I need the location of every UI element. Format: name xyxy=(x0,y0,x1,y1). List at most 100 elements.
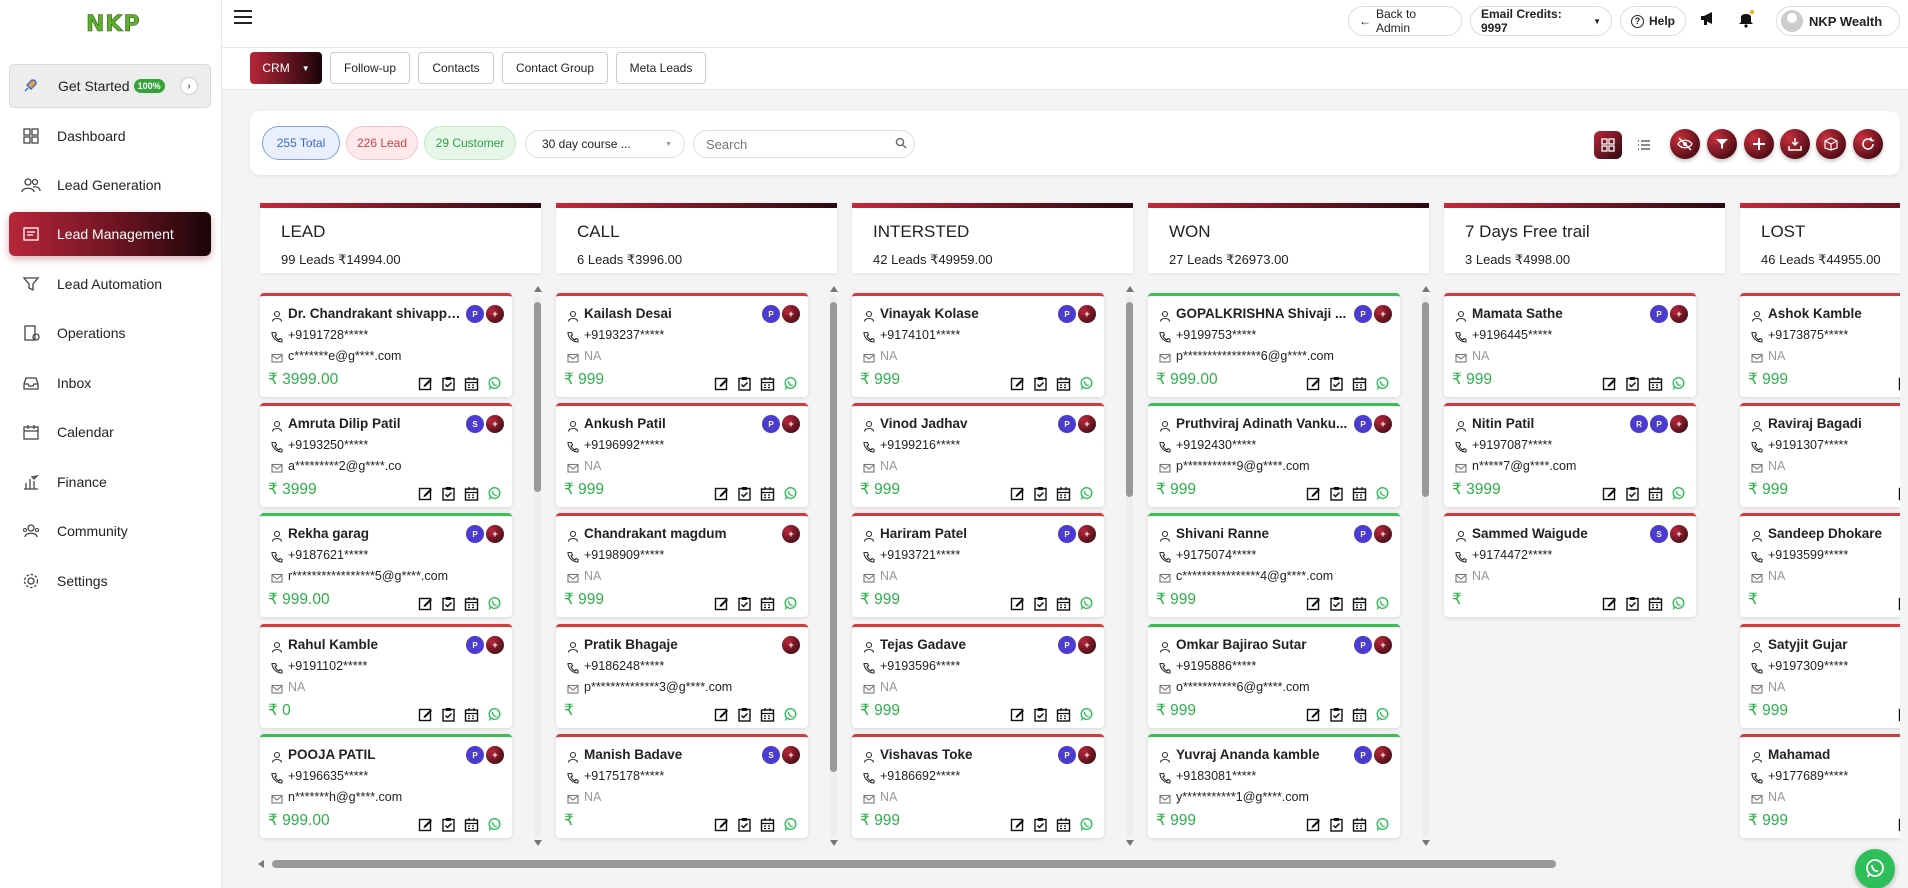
calendar-icon[interactable] xyxy=(1352,376,1367,396)
clipboard-check-icon[interactable] xyxy=(737,817,752,837)
sidebar-item-community[interactable]: Community xyxy=(9,509,211,553)
assignee-badge[interactable]: P xyxy=(1354,305,1372,323)
whatsapp-icon[interactable] xyxy=(487,486,502,506)
lead-card[interactable]: Dr. Chandrakant shivappa ... P + +9191728… xyxy=(260,293,512,397)
clipboard-check-icon[interactable] xyxy=(441,376,456,396)
whatsapp-icon[interactable] xyxy=(1375,817,1390,837)
search-icon[interactable] xyxy=(895,137,907,149)
edit-icon[interactable] xyxy=(1898,376,1900,396)
scroll-down-arrow[interactable] xyxy=(1422,840,1430,846)
lead-name[interactable]: Ashok Kamble xyxy=(1768,306,1900,321)
add-assignee-icon[interactable]: + xyxy=(782,415,800,433)
assignee-badge[interactable]: P xyxy=(1058,636,1076,654)
add-assignee-icon[interactable]: + xyxy=(486,305,504,323)
lead-card[interactable]: Nitin Patil R P + +9197087***** n*****7@g*… xyxy=(1444,403,1696,507)
column-scrollbar[interactable] xyxy=(830,286,838,846)
lead-card[interactable]: Amruta Dilip Patil S + +9193250***** a***… xyxy=(260,403,512,507)
scroll-left-arrow[interactable] xyxy=(258,860,264,868)
tab-meta-leads[interactable]: Meta Leads xyxy=(616,52,706,84)
tab-contacts[interactable]: Contacts xyxy=(418,52,494,84)
edit-icon[interactable] xyxy=(1306,817,1321,837)
clipboard-check-icon[interactable] xyxy=(1329,596,1344,616)
clipboard-check-icon[interactable] xyxy=(441,707,456,727)
sidebar-item-finance[interactable]: Finance xyxy=(9,460,211,504)
add-assignee-icon[interactable]: + xyxy=(1374,305,1392,323)
scroll-up-arrow[interactable] xyxy=(534,286,542,292)
edit-icon[interactable] xyxy=(1898,486,1900,506)
edit-icon[interactable] xyxy=(1010,817,1025,837)
chevron-right-icon[interactable]: › xyxy=(180,77,198,95)
lead-name[interactable]: Manish Badave xyxy=(584,747,764,762)
edit-icon[interactable] xyxy=(418,486,433,506)
lead-name[interactable]: Satyjit Gujar xyxy=(1768,637,1900,652)
whatsapp-icon[interactable] xyxy=(1375,596,1390,616)
calendar-icon[interactable] xyxy=(1352,596,1367,616)
edit-icon[interactable] xyxy=(418,817,433,837)
whatsapp-icon[interactable] xyxy=(1079,376,1094,396)
clipboard-check-icon[interactable] xyxy=(1329,376,1344,396)
whatsapp-icon[interactable] xyxy=(783,817,798,837)
add-assignee-icon[interactable]: + xyxy=(782,636,800,654)
add-assignee-icon[interactable]: + xyxy=(486,415,504,433)
whatsapp-icon[interactable] xyxy=(783,376,798,396)
sidebar-item-operations[interactable]: Operations xyxy=(9,311,211,355)
edit-icon[interactable] xyxy=(1010,376,1025,396)
lead-name[interactable]: Vinayak Kolase xyxy=(880,306,1060,321)
scroll-down-arrow[interactable] xyxy=(830,840,838,846)
add-assignee-icon[interactable]: + xyxy=(1374,746,1392,764)
sidebar-item-dashboard[interactable]: Dashboard xyxy=(9,114,211,158)
calendar-icon[interactable] xyxy=(1056,376,1071,396)
add-assignee-icon[interactable]: + xyxy=(486,636,504,654)
calendar-icon[interactable] xyxy=(1056,486,1071,506)
calendar-icon[interactable] xyxy=(1648,486,1663,506)
lead-name[interactable]: Ankush Patil xyxy=(584,416,764,431)
lead-card[interactable]: Kailash Desai P + +9193237***** NA ₹ 999 xyxy=(556,293,808,397)
grid-view-button[interactable] xyxy=(1594,131,1622,159)
lead-name[interactable]: Yuvraj Ananda kamble xyxy=(1176,747,1356,762)
lead-name[interactable]: Omkar Bajirao Sutar xyxy=(1176,637,1356,652)
assignee-badge[interactable]: S xyxy=(466,415,484,433)
lead-filter-chip[interactable]: 226 Lead xyxy=(346,126,418,160)
assignee-badge[interactable]: P xyxy=(1650,305,1668,323)
assignee-badge[interactable]: R xyxy=(1630,415,1648,433)
lead-name[interactable]: Sammed Waigude xyxy=(1472,526,1652,541)
edit-icon[interactable] xyxy=(1010,707,1025,727)
add-assignee-icon[interactable]: + xyxy=(1078,525,1096,543)
lead-name[interactable]: Raviraj Bagadi xyxy=(1768,416,1900,431)
tab-contact-group[interactable]: Contact Group xyxy=(502,52,608,84)
list-view-button[interactable] xyxy=(1630,131,1658,159)
edit-icon[interactable] xyxy=(1898,817,1900,837)
import-button[interactable] xyxy=(1780,129,1810,159)
calendar-icon[interactable] xyxy=(464,596,479,616)
help-button[interactable]: ? Help xyxy=(1620,6,1686,36)
scroll-up-arrow[interactable] xyxy=(1126,286,1134,292)
menu-icon[interactable] xyxy=(234,10,252,26)
lead-card[interactable]: Ashok Kamble + +9173875***** NA ₹ 999 xyxy=(1740,293,1900,397)
clipboard-check-icon[interactable] xyxy=(441,486,456,506)
calendar-icon[interactable] xyxy=(464,707,479,727)
add-lead-button[interactable] xyxy=(1744,129,1774,159)
calendar-icon[interactable] xyxy=(1352,486,1367,506)
assignee-badge[interactable]: P xyxy=(466,746,484,764)
lead-card[interactable]: Sammed Waigude S + +9174472***** NA ₹ xyxy=(1444,513,1696,617)
email-credits-dropdown[interactable]: Email Credits: 9997 ▼ xyxy=(1470,6,1612,36)
edit-icon[interactable] xyxy=(714,707,729,727)
whatsapp-icon[interactable] xyxy=(783,707,798,727)
clipboard-check-icon[interactable] xyxy=(1625,596,1640,616)
assignee-badge[interactable]: P xyxy=(1058,415,1076,433)
column-scrollbar[interactable] xyxy=(1126,286,1134,846)
lead-name[interactable]: POOJA PATIL xyxy=(288,747,468,762)
lead-card[interactable]: Mahamad + +9177689***** NA ₹ 999 xyxy=(1740,734,1900,838)
add-assignee-icon[interactable]: + xyxy=(782,525,800,543)
clipboard-check-icon[interactable] xyxy=(1329,486,1344,506)
whatsapp-icon[interactable] xyxy=(487,376,502,396)
clipboard-check-icon[interactable] xyxy=(737,707,752,727)
scroll-thumb[interactable] xyxy=(534,302,541,492)
assignee-badge[interactable]: P xyxy=(1354,525,1372,543)
lead-card[interactable]: Chandrakant magdum + +9198909***** NA ₹ … xyxy=(556,513,808,617)
scroll-down-arrow[interactable] xyxy=(1126,840,1134,846)
search-input[interactable] xyxy=(693,130,915,158)
lead-card[interactable]: Omkar Bajirao Sutar P + +9195886***** o**… xyxy=(1148,624,1400,728)
whatsapp-icon[interactable] xyxy=(1375,486,1390,506)
assignee-badge[interactable]: P xyxy=(1650,415,1668,433)
